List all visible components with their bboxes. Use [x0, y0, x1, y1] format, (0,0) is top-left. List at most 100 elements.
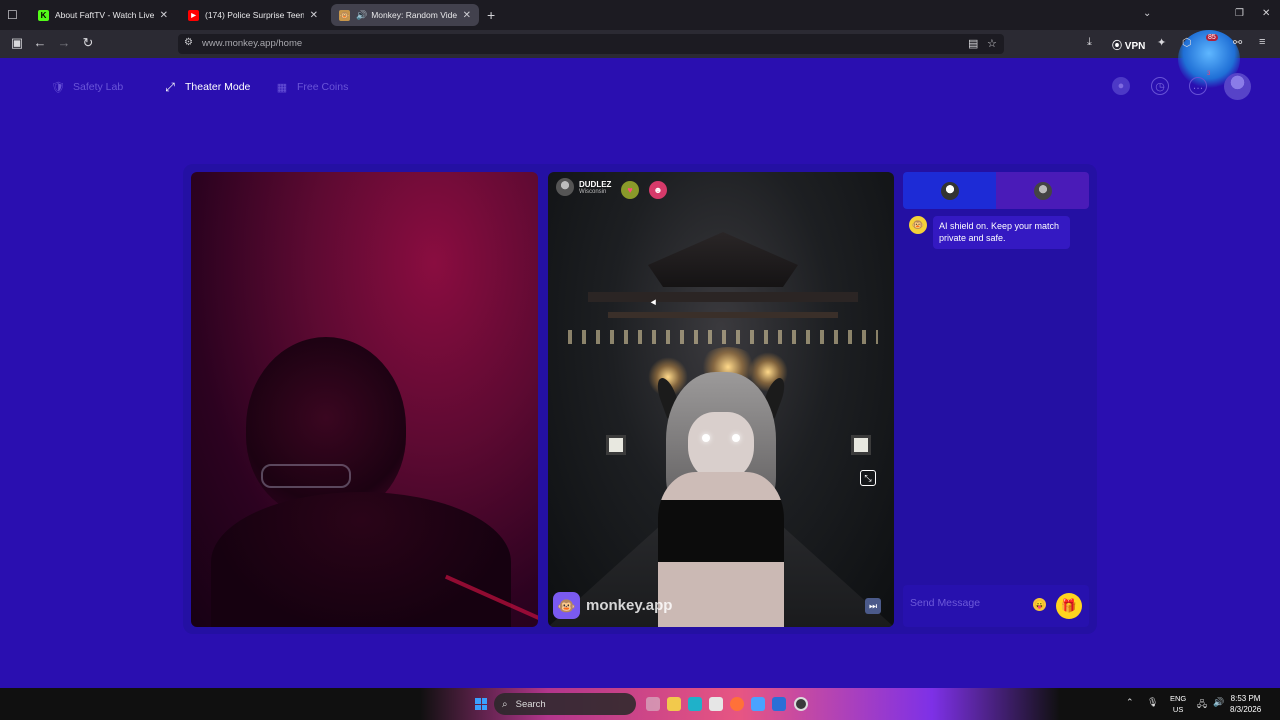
- system-message: 🐵 AI shield on. Keep your match private …: [909, 216, 1070, 249]
- tab-title: About FaftTV - Watch Live on K: [55, 10, 154, 20]
- audio-playing-icon[interactable]: 🔊: [356, 10, 367, 21]
- tab-overflow-chevron-icon[interactable]: ⌄: [1143, 8, 1151, 19]
- free-coins-link[interactable]: ▦ Free Coins: [275, 80, 349, 94]
- window-restore-icon[interactable]: ❐: [1235, 8, 1244, 19]
- bookmark-star-icon[interactable]: ☆: [987, 37, 997, 50]
- forward-icon[interactable]: →: [55, 35, 73, 50]
- tab-list-icon[interactable]: ☐: [7, 8, 18, 22]
- remote-video-feed: [548, 172, 894, 627]
- tab-chat-peer[interactable]: [996, 172, 1089, 209]
- system-clock[interactable]: 8:53 PM 8/3/2026: [1230, 693, 1261, 715]
- brand-name: monkey.app: [586, 597, 673, 614]
- language-indicator[interactable]: ENG US: [1170, 693, 1186, 715]
- sidebar-toggle-icon[interactable]: ▣: [8, 35, 26, 51]
- extensions-puzzle-icon[interactable]: ⬡: [1182, 36, 1192, 49]
- store-icon[interactable]: [709, 697, 723, 711]
- peer-name: DUDLEZ: [579, 179, 612, 189]
- new-tab-icon[interactable]: +: [487, 7, 495, 23]
- os-taskbar: ⌕ Search ⌃ 🎙 ENG US 🖧 🔊 8:53 PM 8/3/2026: [0, 688, 1280, 720]
- app-header: 🛡 Safety Lab ⤢ Theater Mode ▦ Free Coins…: [0, 58, 1280, 118]
- search-icon: ⌕: [502, 698, 508, 710]
- close-tab-icon[interactable]: ✕: [160, 10, 168, 21]
- microphone-icon[interactable]: 🎙: [1147, 697, 1158, 708]
- torii-gate: [588, 292, 858, 302]
- windows-start-icon[interactable]: [475, 698, 487, 710]
- monkey-bot-icon: 🐵: [909, 216, 927, 234]
- notification-badge: 3: [1207, 71, 1211, 77]
- edge-icon[interactable]: [688, 697, 702, 711]
- address-bar[interactable]: ⚙ www.monkey.app/home ▤ ☆: [178, 34, 1004, 54]
- history-clock-icon[interactable]: ◷: [1151, 77, 1169, 95]
- gift-icon: 🎁: [1060, 598, 1078, 613]
- app-icon[interactable]: [751, 697, 765, 711]
- obs-icon[interactable]: [794, 697, 808, 711]
- shrine-roof: [648, 232, 798, 287]
- vpn-button[interactable]: ⦿ VPN: [1112, 37, 1145, 52]
- monkey-logo-icon: 🐵: [553, 592, 580, 619]
- lang-bottom: US: [1172, 705, 1184, 714]
- torii-gate-bar: [608, 312, 838, 318]
- search-label: Search: [515, 698, 546, 710]
- theater-mode-button[interactable]: ⤢ Theater Mode: [163, 80, 250, 94]
- shield-icon: 🛡: [51, 81, 65, 94]
- youtube-icon: ▶: [188, 9, 199, 21]
- avatar-character-eye: [702, 434, 710, 442]
- local-user-silhouette: [246, 337, 406, 517]
- extension-badge[interactable]: 85: [1206, 34, 1218, 41]
- reload-icon[interactable]: ↻: [79, 35, 97, 51]
- vpn-label: VPN: [1124, 41, 1146, 52]
- safety-lab-link[interactable]: 🛡 Safety Lab: [51, 80, 123, 94]
- menu-hamburger-icon[interactable]: ≡: [1259, 36, 1265, 48]
- self-avatar-icon: [940, 181, 959, 200]
- clock-date: 8/3/2026: [1230, 705, 1262, 714]
- peer-location: Wisconsin: [579, 188, 607, 195]
- peer-info[interactable]: DUDLEZ Wisconsin: [556, 178, 611, 196]
- clock-time: 8:53 PM: [1230, 694, 1261, 703]
- volume-icon[interactable]: 🔊: [1213, 697, 1224, 708]
- glasses-extension-icon[interactable]: ⚯: [1233, 36, 1242, 49]
- taskbar-search[interactable]: ⌕ Search: [494, 693, 636, 715]
- task-view-icon[interactable]: [646, 697, 660, 711]
- app-icon[interactable]: [772, 697, 786, 711]
- skip-next-icon[interactable]: ⏭: [865, 598, 881, 614]
- message-input[interactable]: [910, 591, 1020, 615]
- tab-chat-self[interactable]: [903, 172, 996, 209]
- network-icon[interactable]: 🖧: [1197, 697, 1207, 713]
- close-tab-icon[interactable]: ✕: [463, 10, 471, 21]
- kick-icon: K: [38, 9, 49, 21]
- gift-button[interactable]: 🎁: [1056, 593, 1082, 619]
- stone-lantern: [851, 435, 871, 455]
- peer-avatar: [556, 178, 574, 196]
- tab-fafttv[interactable]: K About FaftTV - Watch Live on K ✕: [30, 4, 176, 26]
- reader-view-icon[interactable]: ▤: [968, 37, 978, 50]
- firefox-icon[interactable]: [730, 697, 744, 711]
- user-avatar[interactable]: [1224, 73, 1251, 100]
- emoji-icon[interactable]: 😛: [1033, 598, 1046, 611]
- downloads-icon[interactable]: ⤓: [1087, 36, 1092, 49]
- free-coins-label: Free Coins: [297, 81, 349, 93]
- coins-balance-icon[interactable]: ●: [1112, 77, 1130, 95]
- tab-title: Monkey: Random Video Ch: [371, 10, 457, 20]
- monkey-watermark: 🐵 monkey.app: [553, 592, 672, 619]
- monkey-favicon-icon: 🐵: [339, 9, 350, 21]
- browser-toolbar: ▣ ← → ↻ ⚙ www.monkey.app/home ▤ ☆ ⤓ ⦿ VP…: [0, 30, 1280, 88]
- file-explorer-icon[interactable]: [667, 697, 681, 711]
- character-badge-icon[interactable]: ☻: [649, 181, 667, 199]
- minimize-video-icon[interactable]: ⤡: [860, 470, 876, 486]
- tray-overflow-icon[interactable]: ⌃: [1126, 697, 1134, 708]
- safety-lab-label: Safety Lab: [73, 81, 124, 93]
- extension-icon[interactable]: ✦: [1157, 36, 1166, 49]
- tab-youtube[interactable]: ▶ (174) Police Surprise Teens Mini ✕: [180, 4, 326, 26]
- close-tab-icon[interactable]: ✕: [310, 10, 318, 21]
- avatar-character-eye: [732, 434, 740, 442]
- heart-badge-icon[interactable]: ♥: [621, 181, 639, 199]
- chat-composer: 😛 🎁: [903, 585, 1089, 627]
- tab-monkey[interactable]: 🐵 🔊 Monkey: Random Video Ch ✕: [331, 4, 479, 26]
- stone-lantern: [606, 435, 626, 455]
- site-info-icon[interactable]: ⚙: [184, 37, 193, 48]
- messages-chat-icon[interactable]: …: [1189, 77, 1207, 95]
- back-icon[interactable]: ←: [31, 35, 49, 50]
- lang-top: ENG: [1170, 694, 1187, 703]
- coin-stack-icon: ▦: [276, 81, 288, 94]
- window-close-icon[interactable]: ✕: [1262, 8, 1270, 19]
